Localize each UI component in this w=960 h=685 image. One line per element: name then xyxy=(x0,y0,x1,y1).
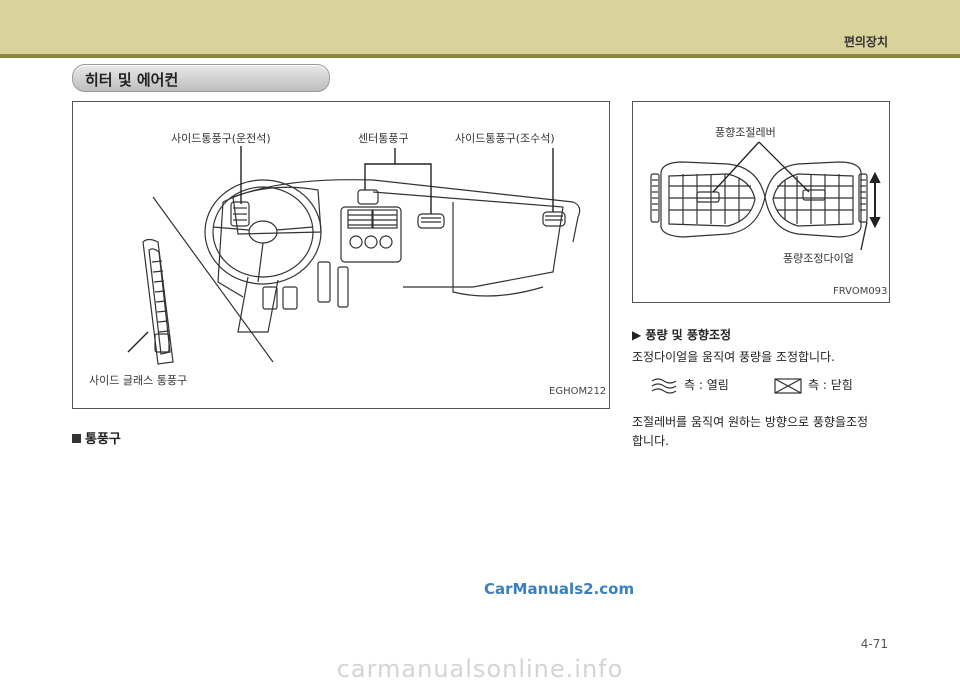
footer-watermark: carmanualsonline.info xyxy=(336,655,624,683)
label-side-glass-vent: 사이드 글래스 통풍구 xyxy=(89,374,188,387)
dashboard-illustration xyxy=(127,146,581,365)
label-side-vent-driver: 사이드통풍구(운전석) xyxy=(171,132,271,145)
figure-code: FRVOM093 xyxy=(833,286,888,297)
airflow-open-icon xyxy=(651,378,677,394)
airflow-closed-icon xyxy=(774,378,802,394)
watermark-link[interactable]: CarManuals2.com xyxy=(484,580,634,598)
figure-caption: 통풍구 xyxy=(72,428,121,447)
figure-caption-text: 통풍구 xyxy=(85,432,121,447)
page-number: 4-71 xyxy=(860,637,888,651)
paragraph-lever-line2: 합니다. xyxy=(632,434,669,448)
chapter-title: 편의장치 xyxy=(843,35,888,49)
close-label: 측 : 닫힘 xyxy=(808,378,853,392)
section-title: 히터 및 에어컨 xyxy=(85,71,179,89)
label-side-vent-passenger: 사이드통풍구(조수석) xyxy=(455,132,555,145)
open-label: 측 : 열림 xyxy=(684,378,729,392)
paragraph-dial: 조정다이얼을 움직여 풍량을 조정합니다. xyxy=(632,350,835,364)
label-center-vent: 센터통풍구 xyxy=(358,132,409,145)
header-bar xyxy=(0,0,960,54)
paragraph-lever-line1: 조절레버를 움직여 원하는 방향으로 풍향을조정 xyxy=(632,415,869,429)
header-rule xyxy=(0,54,960,58)
dashboard-figure: 사이드통풍구(운전석) 센터통풍구 사이드통풍구(조수석) 사이드 글래스 통풍… xyxy=(72,101,610,409)
vent-figure: 풍향조절레버 풍량조정다이얼 FRVOM093 xyxy=(632,101,890,303)
subsection-title: ▶ 풍량 및 풍향조정 xyxy=(632,328,732,342)
section-title-pill: 히터 및 에어컨 xyxy=(72,64,330,92)
figure-code: EGHOM212 xyxy=(549,386,607,397)
label-volume-dial: 풍량조정다이얼 xyxy=(783,252,854,265)
label-direction-lever: 풍향조절레버 xyxy=(715,126,776,139)
square-bullet-icon xyxy=(72,434,81,443)
